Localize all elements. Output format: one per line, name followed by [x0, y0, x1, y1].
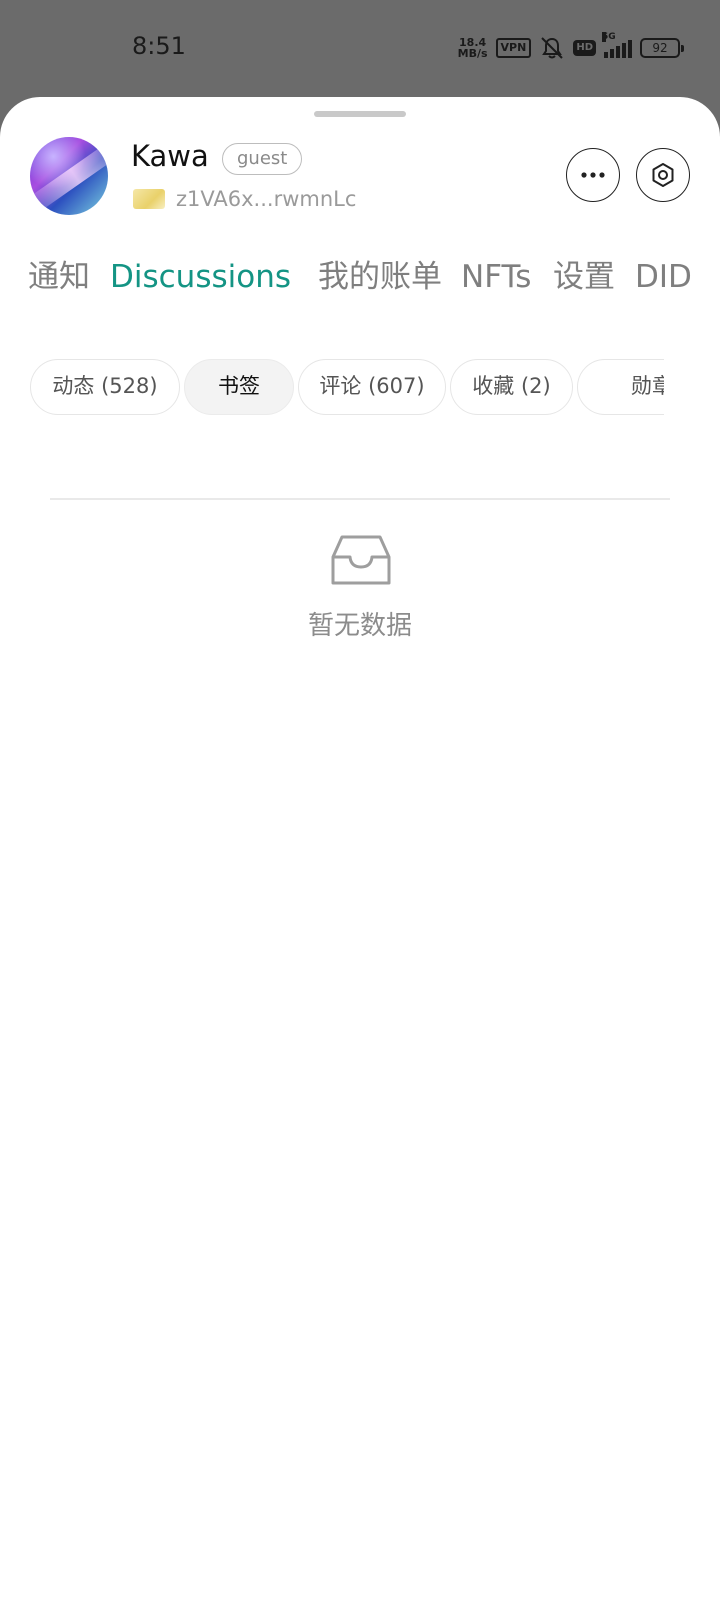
inbox-icon	[331, 535, 391, 585]
filter-chips: 动态 (528) 书签 评论 (607) 收藏 (2) 勋章	[30, 359, 664, 417]
drag-handle[interactable]	[314, 111, 406, 117]
network-type: 5G	[602, 32, 616, 42]
tab-my-bills[interactable]: 我的账单	[318, 257, 442, 297]
role-badge: guest	[222, 143, 303, 175]
wallet-icon	[133, 189, 165, 209]
tab-nfts[interactable]: NFTs	[461, 257, 531, 297]
network-speed-unit: MB/s	[457, 47, 488, 60]
hd-icon: HD	[573, 40, 596, 56]
vpn-icon: VPN	[495, 38, 532, 58]
tab-discussions[interactable]: Discussions	[110, 257, 291, 297]
wallet-address[interactable]: z1VA6x...rwmnLc	[176, 187, 356, 211]
battery-icon: 92	[640, 38, 684, 58]
tab-settings[interactable]: 设置	[553, 257, 615, 297]
status-bar: 8:51 18.4 MB/s VPN HD 5G 92	[0, 0, 720, 100]
empty-state-text: 暂无数据	[307, 611, 412, 641]
chip-favorites[interactable]: 收藏 (2)	[450, 359, 573, 415]
status-time: 8:51	[132, 32, 186, 60]
tab-notifications[interactable]: 通知	[28, 257, 90, 297]
chip-activity[interactable]: 动态 (528)	[30, 359, 180, 415]
more-button[interactable]	[566, 148, 620, 202]
status-icons: 18.4 MB/s VPN HD 5G 92	[458, 32, 684, 62]
profile-sheet: Kawa guest z1VA6x...rwmnLc 通知 Discussion…	[0, 97, 720, 1600]
settings-button[interactable]	[636, 148, 690, 202]
gear-icon	[652, 163, 674, 187]
divider	[50, 498, 670, 500]
user-name: Kawa	[131, 139, 209, 173]
profile-tabs: 通知 Discussions 我的账单 NFTs 设置 DID	[0, 257, 720, 317]
chip-comments[interactable]: 评论 (607)	[298, 359, 446, 415]
chip-bookmarks[interactable]: 书签	[184, 359, 294, 415]
avatar[interactable]	[30, 137, 108, 215]
more-icon	[581, 172, 605, 178]
network-speed: 18.4 MB/s	[458, 37, 488, 59]
mute-bell-icon	[541, 37, 564, 59]
chip-badges[interactable]: 勋章	[577, 359, 664, 415]
signal-icon: 5G	[602, 32, 632, 58]
tab-did[interactable]: DID	[635, 257, 692, 297]
